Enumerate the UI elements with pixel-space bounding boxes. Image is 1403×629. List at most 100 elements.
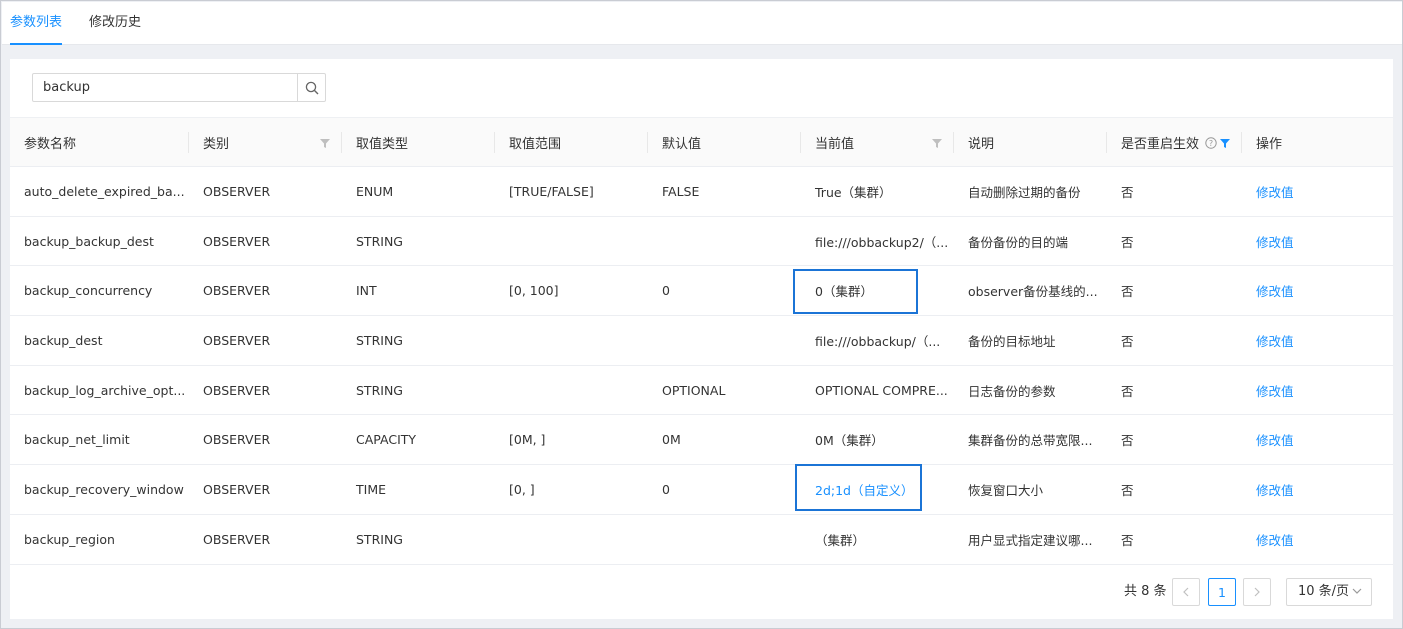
current-value-cell: True（集群） bbox=[801, 166, 954, 217]
edit-value-link[interactable]: 修改值 bbox=[1242, 464, 1393, 515]
current-value-cell: （集群） bbox=[801, 514, 954, 565]
parameter-card: 参数名称 类别 取值类型 取值范围 默认值 当前值 说明 是否重启生效 bbox=[10, 59, 1393, 619]
edit-value-link[interactable]: 修改值 bbox=[1242, 365, 1393, 416]
prev-page-button[interactable] bbox=[1172, 578, 1200, 606]
value-range-cell: [0, ] bbox=[495, 464, 648, 515]
description-cell: 备份的目标地址 bbox=[954, 315, 1107, 366]
default-value-cell bbox=[648, 216, 801, 267]
tab-parameter-list[interactable]: 参数列表 bbox=[10, 2, 63, 45]
category-cell: OBSERVER bbox=[189, 414, 342, 466]
category-cell: OBSERVER bbox=[189, 216, 342, 267]
column-header-action: 操作 bbox=[1242, 117, 1393, 167]
chevron-left-icon bbox=[1183, 587, 1189, 597]
value-type-cell: STRING bbox=[342, 315, 495, 366]
edit-value-link[interactable]: 修改值 bbox=[1242, 166, 1393, 217]
default-value-cell bbox=[648, 514, 801, 565]
current-value-cell: 2d;1d（自定义） bbox=[801, 464, 954, 515]
svg-text:?: ? bbox=[1209, 139, 1213, 148]
app-frame: 参数列表 修改历史 参数名称 类别 bbox=[0, 0, 1403, 629]
value-range-cell: [TRUE/FALSE] bbox=[495, 166, 648, 217]
table-row: backup_recovery_window OBSERVER TIME [0, ] 0… bbox=[10, 464, 1393, 515]
category-cell: OBSERVER bbox=[189, 265, 342, 317]
default-value-cell: OPTIONAL bbox=[648, 365, 801, 416]
restart-cell: 否 bbox=[1107, 514, 1242, 565]
value-range-cell bbox=[495, 514, 648, 565]
param-name-cell: auto_delete_expired_ba... bbox=[10, 166, 189, 217]
description-cell: 日志备份的参数 bbox=[954, 365, 1107, 416]
param-name-cell: backup_net_limit bbox=[10, 414, 189, 466]
category-cell: OBSERVER bbox=[189, 315, 342, 366]
category-filter-button[interactable] bbox=[320, 137, 330, 152]
column-header-value-range: 取值范围 bbox=[495, 117, 648, 167]
description-cell: 恢复窗口大小 bbox=[954, 464, 1107, 515]
default-value-cell: 0 bbox=[648, 464, 801, 515]
current-value-cell: file:///obbackup2/（... bbox=[801, 216, 954, 267]
value-range-cell bbox=[495, 216, 648, 267]
table-row: backup_net_limit OBSERVER CAPACITY [0M, ] 0M… bbox=[10, 414, 1393, 466]
restart-cell: 否 bbox=[1107, 464, 1242, 515]
value-type-cell: TIME bbox=[342, 464, 495, 515]
param-name-cell: backup_backup_dest bbox=[10, 216, 189, 267]
column-header-value-type: 取值类型 bbox=[342, 117, 495, 167]
table-row: backup_dest OBSERVER STRING file:///obbacku… bbox=[10, 315, 1393, 366]
table-row: backup_concurrency OBSERVER INT [0, 100] 0 0（… bbox=[10, 265, 1393, 317]
param-name-cell: backup_region bbox=[10, 514, 189, 565]
filter-icon bbox=[320, 139, 330, 148]
chevron-right-icon bbox=[1254, 587, 1260, 597]
edit-value-link[interactable]: 修改值 bbox=[1242, 414, 1393, 466]
default-value-cell bbox=[648, 315, 801, 366]
current-value-cell: OPTIONAL COMPRE... bbox=[801, 365, 954, 416]
table-row: auto_delete_expired_ba... OBSERVER ENUM [TR… bbox=[10, 166, 1393, 217]
default-value-cell: 0M bbox=[648, 414, 801, 466]
param-name-cell: backup_concurrency bbox=[10, 265, 189, 317]
page-1-button[interactable]: 1 bbox=[1208, 578, 1236, 606]
search-box bbox=[32, 73, 326, 102]
description-cell: observer备份基线的... bbox=[954, 265, 1107, 317]
edit-value-link[interactable]: 修改值 bbox=[1242, 514, 1393, 565]
default-value-cell: FALSE bbox=[648, 166, 801, 217]
restart-cell: 否 bbox=[1107, 265, 1242, 317]
category-cell: OBSERVER bbox=[189, 464, 342, 515]
value-range-cell: [0, 100] bbox=[495, 265, 648, 317]
current-value-cell: 0（集群） bbox=[801, 265, 954, 317]
description-cell: 自动删除过期的备份 bbox=[954, 166, 1107, 217]
restart-filter-button[interactable] bbox=[1220, 137, 1230, 152]
tab-modify-history[interactable]: 修改历史 bbox=[89, 2, 141, 45]
value-type-cell: ENUM bbox=[342, 166, 495, 217]
restart-cell: 否 bbox=[1107, 315, 1242, 366]
description-cell: 集群备份的总带宽限... bbox=[954, 414, 1107, 466]
current-filter-button[interactable] bbox=[932, 137, 942, 152]
edit-value-link[interactable]: 修改值 bbox=[1242, 216, 1393, 267]
value-range-cell: [0M, ] bbox=[495, 414, 648, 466]
edit-value-link[interactable]: 修改值 bbox=[1242, 265, 1393, 317]
chevron-down-icon bbox=[1352, 588, 1362, 594]
tab-bar: 参数列表 修改历史 bbox=[2, 2, 1402, 45]
page-size-select[interactable]: 10 条/页 bbox=[1286, 578, 1372, 606]
category-cell: OBSERVER bbox=[189, 166, 342, 217]
value-type-cell: INT bbox=[342, 265, 495, 317]
help-icon[interactable]: ? bbox=[1205, 136, 1217, 149]
search-input[interactable] bbox=[33, 74, 297, 101]
table-header-row: 参数名称 类别 取值类型 取值范围 默认值 当前值 说明 是否重启生效 ? 操作 bbox=[10, 117, 1393, 167]
restart-cell: 否 bbox=[1107, 365, 1242, 416]
param-name-cell: backup_recovery_window bbox=[10, 464, 189, 515]
table-body: auto_delete_expired_ba... OBSERVER ENUM [TR… bbox=[10, 166, 1393, 565]
category-cell: OBSERVER bbox=[189, 514, 342, 565]
next-page-button[interactable] bbox=[1243, 578, 1271, 606]
value-type-cell: STRING bbox=[342, 216, 495, 267]
description-cell: 备份备份的目的端 bbox=[954, 216, 1107, 267]
parameter-table: 参数名称 类别 取值类型 取值范围 默认值 当前值 说明 是否重启生效 ? 操作… bbox=[10, 117, 1393, 565]
pagination-total: 共 8 条 bbox=[1124, 584, 1167, 599]
search-button[interactable] bbox=[297, 74, 325, 101]
column-header-description: 说明 bbox=[954, 117, 1107, 167]
default-value-cell: 0 bbox=[648, 265, 801, 317]
edit-value-link[interactable]: 修改值 bbox=[1242, 315, 1393, 366]
value-type-cell: STRING bbox=[342, 365, 495, 416]
current-value-cell: file:///obbackup/（... bbox=[801, 315, 954, 366]
restart-cell: 否 bbox=[1107, 216, 1242, 267]
value-type-cell: CAPACITY bbox=[342, 414, 495, 466]
column-header-restart: 是否重启生效 ? bbox=[1107, 117, 1242, 167]
value-range-cell bbox=[495, 365, 648, 416]
param-name-cell: backup_dest bbox=[10, 315, 189, 366]
value-range-cell bbox=[495, 315, 648, 366]
